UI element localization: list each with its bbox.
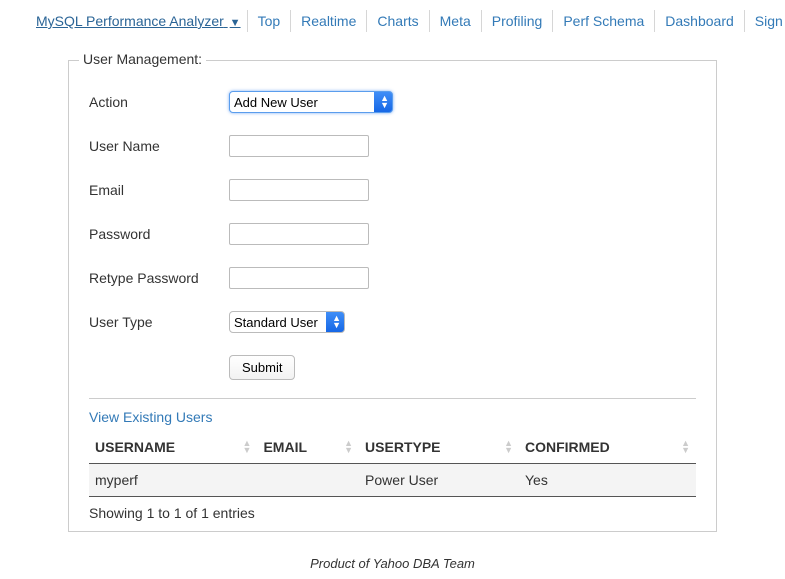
nav-meta[interactable]: Meta bbox=[430, 10, 482, 32]
col-email[interactable]: EMAIL▲▼ bbox=[257, 431, 359, 464]
cell-email bbox=[257, 464, 359, 497]
username-label: User Name bbox=[89, 138, 229, 154]
table-row[interactable]: myperf Power User Yes bbox=[89, 464, 696, 497]
cell-username: myperf bbox=[89, 464, 257, 497]
password-label: Password bbox=[89, 226, 229, 242]
nav-signout[interactable]: Sign Out(myperf) bbox=[745, 10, 785, 32]
usertype-select[interactable]: Standard User bbox=[229, 311, 345, 333]
sort-icon: ▲▼ bbox=[504, 440, 513, 454]
brand-link[interactable]: MySQL Performance Analyzer ▼ bbox=[36, 13, 241, 29]
sort-icon: ▲▼ bbox=[243, 440, 252, 454]
nav-perf-schema[interactable]: Perf Schema bbox=[553, 10, 655, 32]
dropdown-triangle-icon: ▼ bbox=[230, 17, 241, 29]
user-management-panel: User Management: Action Add New User ▲▼ … bbox=[68, 60, 717, 532]
top-nav: Top Realtime Charts Meta Profiling Perf … bbox=[247, 10, 785, 32]
users-table: USERNAME▲▼ EMAIL▲▼ USERTYPE▲▼ CONFIRMED▲… bbox=[89, 431, 696, 496]
nav-top[interactable]: Top bbox=[248, 10, 292, 32]
submit-button[interactable]: Submit bbox=[229, 355, 295, 380]
divider bbox=[89, 398, 696, 399]
usertype-label: User Type bbox=[89, 314, 229, 330]
panel-legend: User Management: bbox=[79, 51, 206, 67]
table-info: Showing 1 to 1 of 1 entries bbox=[89, 496, 696, 521]
sort-icon: ▲▼ bbox=[344, 440, 353, 454]
col-username[interactable]: USERNAME▲▼ bbox=[89, 431, 257, 464]
view-existing-users-link[interactable]: View Existing Users bbox=[89, 409, 212, 425]
nav-profiling[interactable]: Profiling bbox=[482, 10, 554, 32]
retype-password-input[interactable] bbox=[229, 267, 369, 289]
action-label: Action bbox=[89, 94, 229, 110]
retype-password-label: Retype Password bbox=[89, 270, 229, 286]
brand-label: MySQL Performance Analyzer bbox=[36, 13, 224, 29]
nav-charts[interactable]: Charts bbox=[367, 10, 429, 32]
footer-text: Product of Yahoo DBA Team bbox=[8, 556, 777, 571]
col-confirmed[interactable]: CONFIRMED▲▼ bbox=[519, 431, 696, 464]
cell-confirmed: Yes bbox=[519, 464, 696, 497]
password-input[interactable] bbox=[229, 223, 369, 245]
email-input[interactable] bbox=[229, 179, 369, 201]
sort-icon: ▲▼ bbox=[681, 440, 690, 454]
username-input[interactable] bbox=[229, 135, 369, 157]
action-select[interactable]: Add New User bbox=[229, 91, 393, 113]
nav-realtime[interactable]: Realtime bbox=[291, 10, 367, 32]
nav-dashboard[interactable]: Dashboard bbox=[655, 10, 745, 32]
email-label: Email bbox=[89, 182, 229, 198]
cell-usertype: Power User bbox=[359, 464, 519, 497]
col-usertype[interactable]: USERTYPE▲▼ bbox=[359, 431, 519, 464]
